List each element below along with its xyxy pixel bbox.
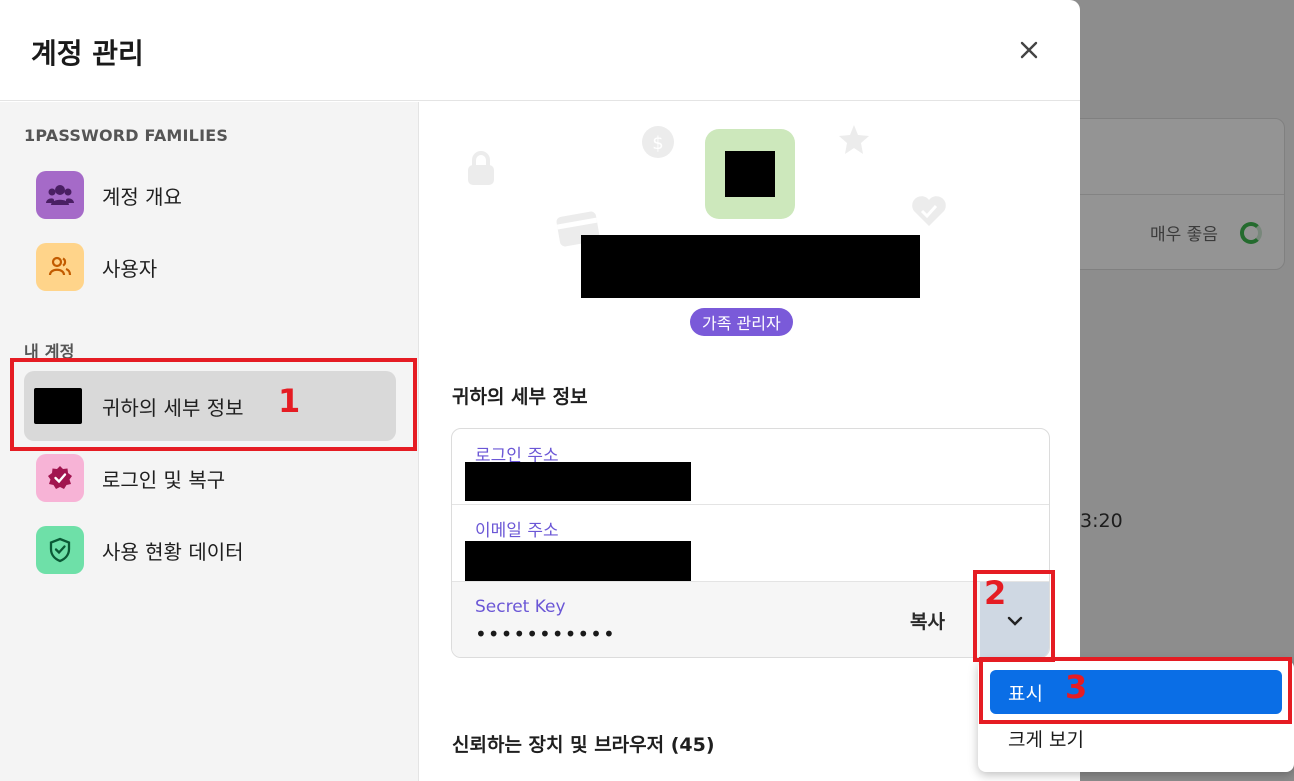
details-card: 로그인 주소 이메일 주소 Secret Key ••••••••••• 복사: [451, 428, 1050, 658]
annotation-box-1: [10, 358, 417, 451]
modal-header: 계정 관리: [0, 0, 1080, 101]
secret-key-value: •••••••••••: [475, 622, 616, 646]
users-icon: [36, 243, 84, 291]
svg-text:$: $: [652, 133, 663, 154]
copy-button[interactable]: 복사: [910, 607, 945, 634]
email-label: 이메일 주소: [475, 521, 559, 541]
secret-key-label: Secret Key: [475, 597, 566, 617]
email-redacted: [465, 541, 691, 581]
lock-icon: [468, 151, 494, 185]
group-icon: [36, 171, 84, 219]
close-icon: [1020, 41, 1038, 59]
avatar-redacted: [725, 151, 775, 197]
sidebar-item-usage-data[interactable]: 사용 현황 데이터: [24, 515, 396, 585]
heart-check-icon: [912, 196, 946, 226]
profile-avatar: [705, 129, 795, 219]
sidebar-item-label: 사용 현황 데이터: [102, 539, 244, 564]
login-address-field[interactable]: 로그인 주소: [452, 429, 1049, 505]
sidebar-item-users[interactable]: 사용자: [24, 232, 396, 302]
devices-heading: 신뢰하는 장치 및 브라우저 (45): [452, 734, 715, 756]
sidebar-item-label: 사용자: [102, 256, 158, 281]
details-heading: 귀하의 세부 정보: [452, 386, 588, 408]
modal-title: 계정 관리: [31, 37, 144, 70]
sidebar-item-label: 계정 개요: [102, 184, 182, 209]
star-icon: [839, 125, 869, 154]
sidebar-item-label: 로그인 및 복구: [102, 467, 226, 492]
annotation-number-3: 3: [1065, 668, 1088, 706]
badge-check-icon: [36, 454, 84, 502]
shield-check-icon: [36, 526, 84, 574]
dollar-coin-icon: $: [642, 126, 674, 158]
annotation-number-2: 2: [984, 574, 1007, 612]
email-field[interactable]: 이메일 주소: [452, 505, 1049, 581]
login-address-redacted: [465, 462, 691, 501]
sidebar-item-login-recovery[interactable]: 로그인 및 복구: [24, 443, 396, 513]
annotation-number-1: 1: [278, 382, 301, 420]
profile-name-redacted: [581, 235, 920, 298]
annotation-box-3: [979, 657, 1292, 724]
role-badge: 가족 관리자: [690, 308, 793, 336]
sidebar-item-account-overview[interactable]: 계정 개요: [24, 160, 396, 230]
close-button[interactable]: [1012, 33, 1046, 67]
sidebar-section-families: 1PASSWORD FAMILIES: [24, 126, 229, 145]
secret-key-field: Secret Key ••••••••••• 복사: [452, 581, 1049, 657]
